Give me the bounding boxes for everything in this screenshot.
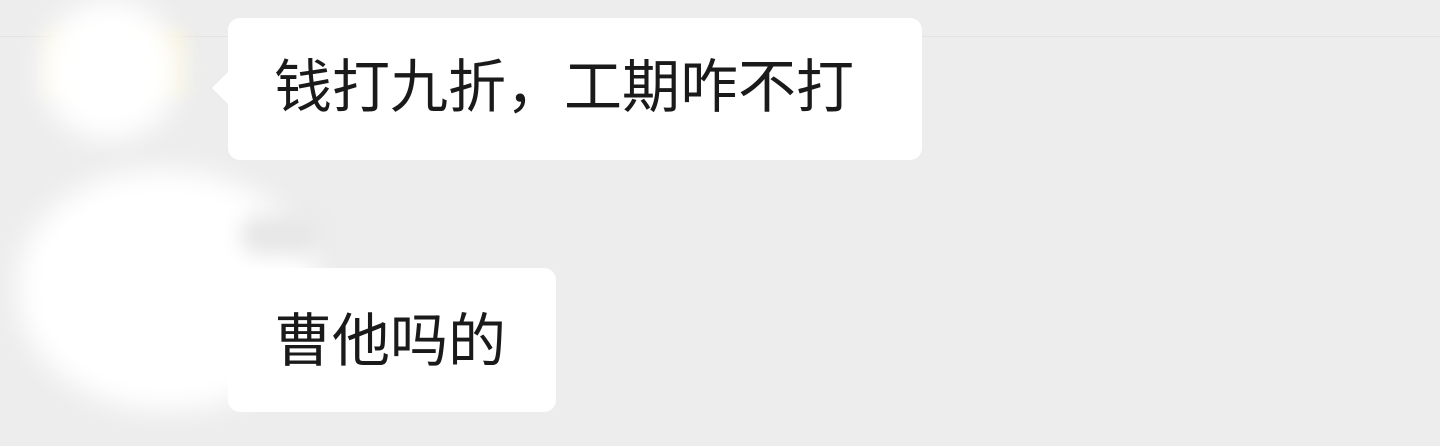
message-bubble[interactable]: 钱打九折，工期咋不打: [212, 18, 922, 160]
sender-name-blurred: [240, 215, 320, 255]
message-bubble[interactable]: 曹他吗的: [212, 268, 556, 412]
chat-screen: 钱打九折，工期咋不打 曹他吗的: [0, 0, 1440, 446]
message-text: 曹他吗的: [274, 307, 507, 375]
message-text: 钱打九折，工期咋不打: [274, 53, 855, 121]
avatar[interactable]: [40, 0, 180, 140]
